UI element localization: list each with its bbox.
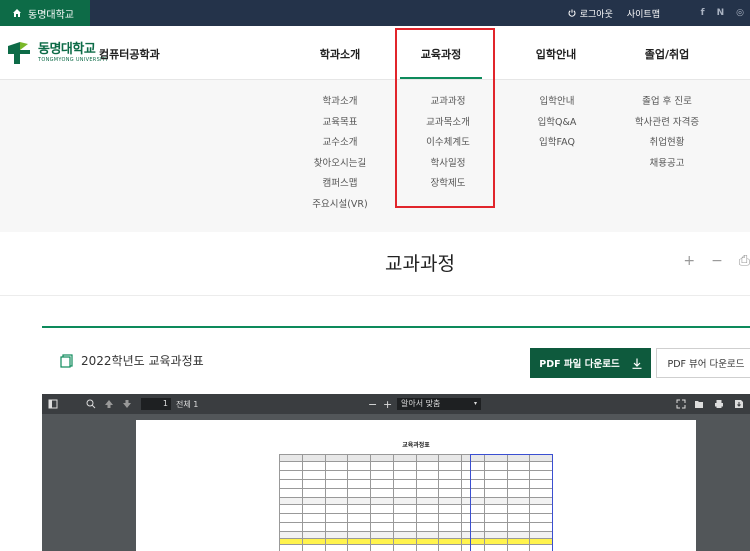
submenu-item[interactable]: 학사관련 자격증 (622, 117, 712, 138)
submenu-item[interactable]: 교육목표 (300, 117, 380, 138)
main-header: 동명대학교 TONGMYONG UNIVERSITY 컴퓨터공학과 학과소개 교… (0, 26, 750, 80)
logo-english-text: TONGMYONG UNIVERSITY (38, 57, 109, 63)
highlight-box (395, 28, 495, 208)
submenu-item[interactable]: 취업현황 (622, 137, 712, 158)
search-icon[interactable] (86, 398, 96, 410)
home-label: 동명대학교 (28, 9, 74, 21)
university-logo[interactable]: 동명대학교 TONGMYONG UNIVERSITY (6, 40, 109, 66)
submenu-item[interactable]: 교수소개 (300, 137, 380, 158)
document-icon (60, 353, 73, 368)
table-highlight-frame (470, 454, 553, 551)
submenu-item[interactable]: 입학안내 (517, 96, 597, 117)
print-button[interactable]: ⎙ (739, 253, 750, 269)
logo-korean-text: 동명대학교 (38, 42, 96, 57)
zoom-in-icon[interactable]: + (383, 398, 392, 411)
document-title: 교육과정표 (402, 442, 430, 449)
submenu-admission: 입학안내 입학Q&A 입학FAQ (517, 96, 597, 158)
pdf-viewer-download-label: PDF 뷰어 다운로드 (667, 359, 745, 370)
submenu-graduation: 졸업 후 진로 학사관련 자격증 취업현황 채용공고 (622, 96, 712, 178)
pdf-download-label: PDF 파일 다운로드 (539, 359, 620, 370)
home-icon (13, 9, 21, 17)
instagram-icon[interactable]: ◎ (736, 8, 744, 18)
pdf-viewer: 1 전체 1 − + 알아서 맞춤 ▾ 교육과정표 (42, 394, 750, 551)
chevron-down-icon: ▾ (473, 400, 477, 407)
gnb-graduation[interactable]: 졸업/취업 (622, 46, 712, 62)
next-page-icon[interactable] (122, 398, 132, 410)
logout-link[interactable]: 로그아웃 (568, 7, 613, 20)
page-total: 전체 1 (176, 399, 199, 409)
curriculum-heading-row: 2022학년도 교육과정표 (60, 352, 204, 369)
submenu-item[interactable]: 입학FAQ (517, 137, 597, 158)
download-icon[interactable] (734, 398, 744, 410)
page-number-input[interactable]: 1 (141, 398, 171, 410)
submenu-item[interactable]: 학과소개 (300, 96, 380, 117)
submenu-item[interactable]: 캠퍼스맵 (300, 178, 380, 199)
logo-mark-icon (8, 42, 30, 64)
home-link[interactable]: 동명대학교 (0, 0, 90, 26)
download-icon (632, 358, 642, 369)
top-utility-bar: 동명대학교 로그아웃 사이트맵 f N ◎ (0, 0, 750, 26)
gnb-admission[interactable]: 입학안내 (511, 46, 601, 62)
page-title-row: 교과과정 + − ⎙ (0, 232, 750, 296)
page-title: 교과과정 (385, 253, 455, 275)
open-file-icon[interactable] (694, 398, 704, 410)
submenu-item[interactable]: 입학Q&A (517, 117, 597, 138)
sitemap-link[interactable]: 사이트맵 (627, 7, 660, 20)
submenu-dept-intro: 학과소개 교육목표 교수소개 찾아오시는길 캠퍼스맵 주요시설(VR) (300, 96, 380, 219)
submenu-item[interactable]: 채용공고 (622, 158, 712, 179)
zoom-select[interactable]: 알아서 맞춤 ▾ (397, 398, 481, 410)
print-icon[interactable] (714, 398, 724, 410)
gnb-dept-intro[interactable]: 학과소개 (295, 46, 385, 62)
pdf-page: 교육과정표 (136, 420, 696, 551)
department-name[interactable]: 컴퓨터공학과 (99, 46, 160, 62)
pdf-toolbar: 1 전체 1 − + 알아서 맞춤 ▾ (42, 394, 750, 414)
logout-label: 로그아웃 (579, 9, 613, 20)
section-divider (42, 326, 750, 328)
zoom-out-button[interactable]: − (711, 253, 723, 269)
sidebar-toggle-icon[interactable] (48, 398, 58, 410)
zoom-out-icon[interactable]: − (368, 398, 377, 411)
curriculum-heading: 2022학년도 교육과정표 (81, 354, 204, 368)
previous-page-icon[interactable] (104, 398, 114, 410)
pdf-viewer-download-button[interactable]: PDF 뷰어 다운로드 (656, 348, 750, 378)
submenu-item[interactable]: 찾아오시는길 (300, 158, 380, 179)
submenu-item[interactable]: 주요시설(VR) (300, 199, 380, 220)
mega-menu: 학과소개 교육목표 교수소개 찾아오시는길 캠퍼스맵 주요시설(VR) 교과과정… (0, 80, 750, 232)
facebook-icon[interactable]: f (701, 8, 705, 18)
submenu-item[interactable]: 졸업 후 진로 (622, 96, 712, 117)
zoom-in-button[interactable]: + (683, 253, 695, 269)
pdf-download-button[interactable]: PDF 파일 다운로드 (530, 348, 651, 378)
power-icon (568, 9, 576, 17)
naver-icon[interactable]: N (717, 8, 725, 18)
zoom-select-value: 알아서 맞춤 (401, 399, 441, 408)
fullscreen-icon[interactable] (676, 398, 686, 410)
